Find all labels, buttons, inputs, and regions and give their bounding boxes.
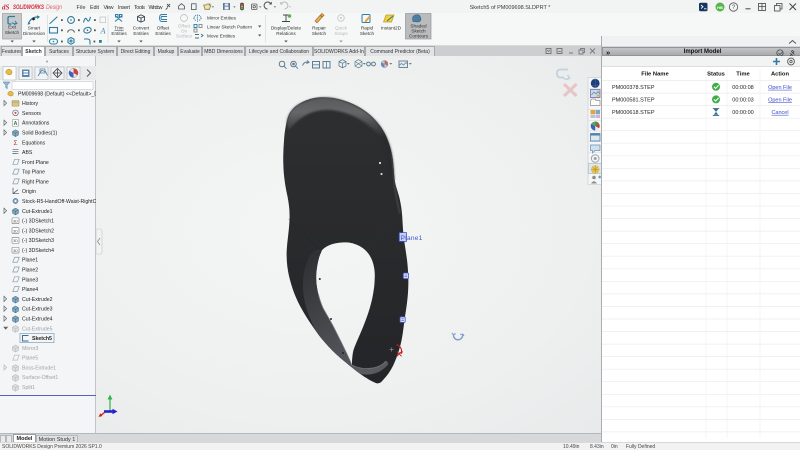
- svg-text:3D: 3D: [13, 219, 18, 224]
- svg-text:Plane4: Plane4: [22, 287, 38, 293]
- svg-text:Solid Bodies(1): Solid Bodies(1): [22, 130, 57, 136]
- svg-text:History: History: [22, 101, 39, 107]
- svg-text:Sketch5 of PM009698.SLDPRT *: Sketch5 of PM009698.SLDPRT *: [470, 5, 552, 11]
- svg-text:Exit: Exit: [8, 25, 17, 30]
- svg-text:Smart: Smart: [28, 26, 41, 31]
- svg-text:00:00:08: 00:00:08: [732, 85, 753, 91]
- svg-text:Time: Time: [736, 72, 750, 78]
- svg-text:(-) 3DSketch3: (-) 3DSketch3: [22, 238, 54, 244]
- svg-text:Stock-R5-HandOff-Waist-RightCo: Stock-R5-HandOff-Waist-RightCo: [22, 199, 96, 205]
- svg-text:Plane1: Plane1: [401, 235, 423, 242]
- svg-text:Sketch: Sketch: [360, 31, 375, 36]
- svg-text:Mirror3: Mirror3: [22, 346, 39, 352]
- svg-text:Repair: Repair: [312, 26, 326, 31]
- svg-text:Cut-Extrude2: Cut-Extrude2: [22, 297, 53, 303]
- svg-text:(-) 3DSketch4: (-) 3DSketch4: [22, 248, 54, 254]
- svg-text:Cut-Extrude5: Cut-Extrude5: [22, 326, 53, 332]
- svg-text:Plane1: Plane1: [22, 258, 38, 264]
- svg-text:SOLIDWORKS: SOLIDWORKS: [13, 5, 44, 11]
- svg-text:Trim: Trim: [114, 26, 123, 31]
- svg-text:Rapid: Rapid: [361, 26, 374, 31]
- svg-text:Σ: Σ: [13, 140, 17, 147]
- svg-text:Insert: Insert: [118, 5, 131, 11]
- svg-text:PM000618.STEP: PM000618.STEP: [612, 110, 655, 116]
- svg-text:Plane2: Plane2: [22, 268, 38, 274]
- svg-text:Open File: Open File: [768, 97, 792, 103]
- svg-text:Cut-Extrude3: Cut-Extrude3: [22, 307, 53, 313]
- svg-text:A: A: [14, 121, 18, 127]
- svg-text:Instant2D: Instant2D: [381, 26, 402, 31]
- svg-text:Display/Delete: Display/Delete: [271, 26, 302, 31]
- svg-text:?: ?: [732, 5, 736, 11]
- svg-text:Tools: Tools: [134, 5, 145, 11]
- svg-text:File: File: [77, 5, 86, 11]
- svg-text:Surface-Offset1: Surface-Offset1: [22, 375, 58, 381]
- svg-text:PM000581.STEP: PM000581.STEP: [612, 97, 655, 103]
- svg-text:(-) 3DSketch1: (-) 3DSketch1: [22, 219, 54, 225]
- svg-text:Annotations: Annotations: [22, 121, 50, 127]
- svg-text:Open File: Open File: [768, 85, 792, 91]
- svg-text:00:00:03: 00:00:03: [732, 97, 753, 103]
- svg-text:Cut-Extrude1: Cut-Extrude1: [22, 209, 53, 215]
- svg-text:Entities: Entities: [133, 31, 149, 36]
- svg-text:Snaps: Snaps: [334, 31, 348, 36]
- svg-text:Plane3: Plane3: [22, 277, 38, 283]
- svg-text:Mirror Entities: Mirror Entities: [207, 16, 237, 21]
- svg-text:dS: dS: [2, 4, 10, 12]
- svg-text:00:00:00: 00:00:00: [732, 110, 753, 116]
- svg-text:Cancel: Cancel: [771, 110, 788, 116]
- svg-text:Offset: Offset: [157, 26, 170, 31]
- svg-text:3D: 3D: [13, 248, 18, 253]
- svg-text:Sketch: Sketch: [312, 31, 327, 36]
- svg-text:Window: Window: [149, 5, 163, 11]
- svg-text:3D: 3D: [13, 228, 18, 233]
- svg-text:Edit: Edit: [90, 5, 100, 11]
- svg-text:View: View: [104, 5, 114, 11]
- svg-text:Contours: Contours: [409, 34, 429, 39]
- svg-text:Cut-Extrude4: Cut-Extrude4: [22, 316, 53, 322]
- svg-text:Right Plane: Right Plane: [22, 179, 49, 185]
- svg-text:Status: Status: [707, 72, 725, 78]
- svg-text:PM000378.STEP: PM000378.STEP: [612, 85, 655, 91]
- svg-text:Entities: Entities: [155, 31, 171, 36]
- svg-text:Equations: Equations: [22, 140, 45, 146]
- svg-text:Quick: Quick: [335, 26, 348, 31]
- svg-text:Sensors: Sensors: [22, 111, 41, 117]
- svg-text:3D: 3D: [13, 238, 18, 243]
- svg-text:Design: Design: [46, 4, 62, 11]
- svg-text:Convert: Convert: [133, 26, 150, 31]
- svg-text:Origin: Origin: [22, 189, 36, 195]
- svg-text:File Name: File Name: [641, 72, 669, 78]
- svg-text:Relations: Relations: [276, 31, 296, 36]
- svg-text:ABS: ABS: [22, 150, 33, 156]
- svg-text:Surface: Surface: [176, 34, 193, 39]
- svg-text:A: A: [100, 27, 106, 36]
- svg-text:Front Plane: Front Plane: [22, 160, 49, 166]
- svg-text:Entities: Entities: [111, 31, 127, 36]
- svg-text:Sketch5: Sketch5: [32, 336, 52, 342]
- svg-text:(-) 3DSketch2: (-) 3DSketch2: [22, 228, 54, 234]
- svg-text:Boss-Extrude1: Boss-Extrude1: [22, 365, 56, 371]
- svg-text:Sketch: Sketch: [5, 30, 20, 35]
- svg-text:Top Plane: Top Plane: [22, 170, 45, 176]
- svg-text:Split1: Split1: [22, 385, 35, 391]
- svg-text:Plane5: Plane5: [22, 356, 38, 362]
- svg-text:Linear Sketch Pattern: Linear Sketch Pattern: [207, 25, 252, 30]
- svg-text:Action: Action: [771, 72, 789, 78]
- svg-text:PM009698 (Default) <<Default>_: PM009698 (Default) <<Default>_Displ: [18, 91, 96, 97]
- svg-text:Dimension: Dimension: [23, 31, 46, 36]
- svg-text:Move Entities: Move Entities: [207, 34, 236, 39]
- svg-text:HB: HB: [717, 5, 723, 10]
